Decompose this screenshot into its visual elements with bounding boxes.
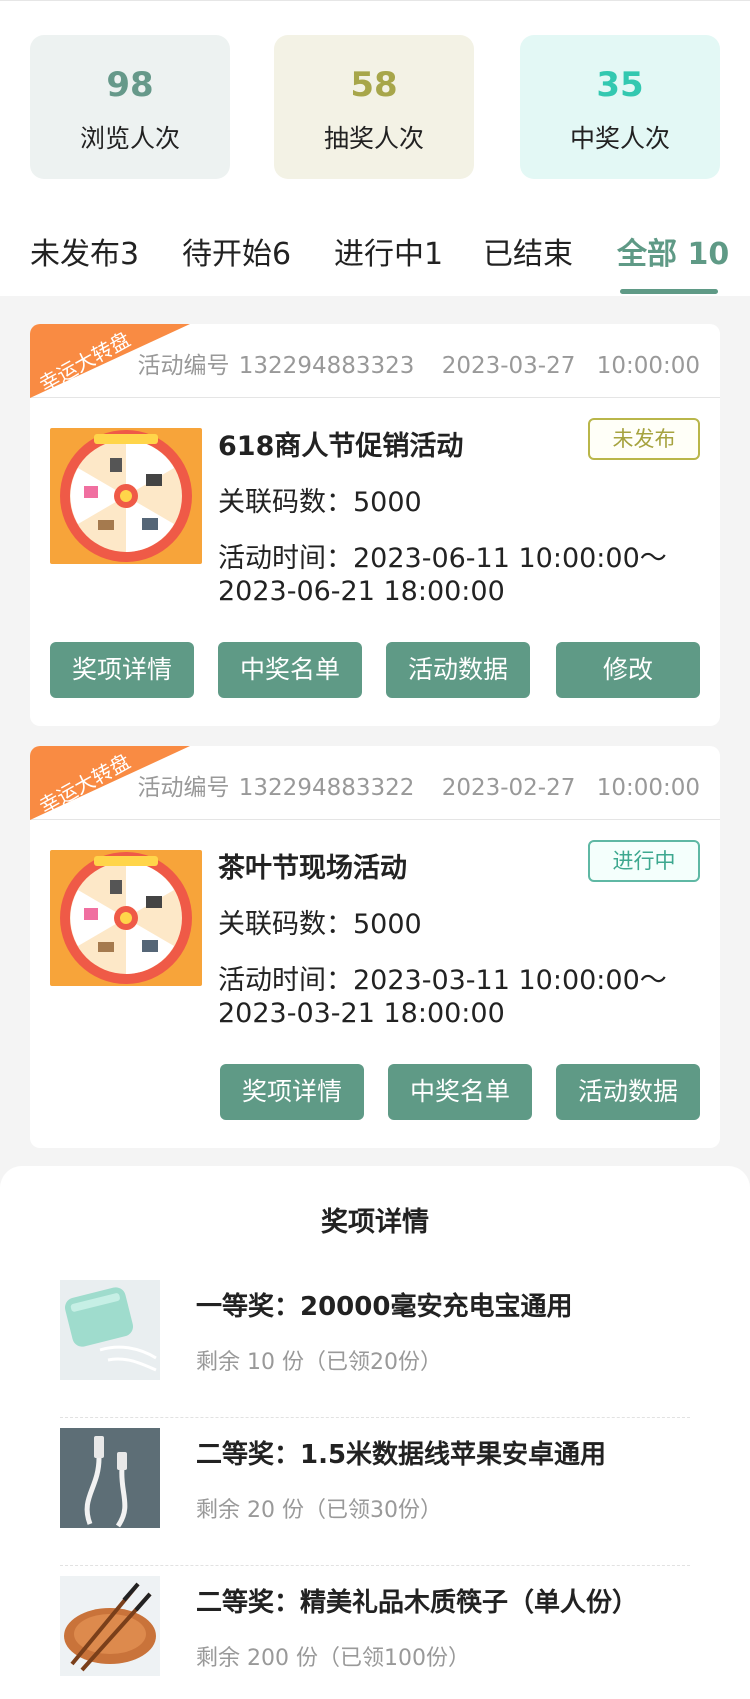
activity-card: 幸运大转盘 活动编号 132294883323 2023-03-27 10:00… bbox=[30, 324, 720, 726]
active-tab-indicator bbox=[620, 289, 718, 294]
winner-list-button[interactable]: 中奖名单 bbox=[388, 1064, 532, 1120]
activity-time-start: 活动时间：2023-03-11 10:00:00～ bbox=[218, 958, 667, 997]
prize-item: 二等奖：精美礼品木质筷子（单人份） 剩余 200 份（已领100份） bbox=[60, 1566, 690, 1699]
prize-item: 二等奖：1.5米数据线苹果安卓通用 剩余 20 份（已领30份） bbox=[60, 1418, 690, 1566]
activity-title: 618商人节促销活动 bbox=[218, 431, 464, 462]
activity-time-end: 2023-06-21 18:00:00 bbox=[218, 576, 505, 607]
data-cable-image bbox=[60, 1428, 160, 1528]
status-badge: 进行中 bbox=[588, 840, 700, 882]
prize-item: 一等奖：20000毫安充电宝通用 剩余 10 份（已领20份） bbox=[60, 1270, 690, 1418]
card-header: 幸运大转盘 活动编号 132294883322 2023-02-27 10:00… bbox=[30, 746, 720, 820]
activity-data-button[interactable]: 活动数据 bbox=[386, 642, 530, 698]
activity-code-label: 活动编号 bbox=[137, 353, 230, 379]
activity-data-button[interactable]: 活动数据 bbox=[556, 1064, 700, 1120]
edit-button[interactable]: 修改 bbox=[556, 642, 700, 698]
tab-unpublished[interactable]: 未发布3 bbox=[30, 229, 139, 273]
tab-running[interactable]: 进行中1 bbox=[334, 229, 443, 273]
prize-details-sheet: 奖项详情 一等奖：20000毫安充电宝通用 剩余 10 份（已领20份） 二等奖… bbox=[0, 1166, 750, 1699]
status-badge: 未发布 bbox=[588, 418, 700, 460]
linked-codes-label: 关联码数： bbox=[218, 909, 353, 940]
prize-details-button[interactable]: 奖项详情 bbox=[220, 1064, 364, 1120]
created-time: 10:00:00 bbox=[596, 775, 700, 801]
activity-meta: 活动编号 132294883323 2023-03-27 10:00:00 bbox=[137, 346, 700, 380]
tab-all[interactable]: 全部 10 bbox=[617, 229, 729, 273]
prize-name: 一等奖：20000毫安充电宝通用 bbox=[196, 1292, 573, 1322]
activity-time-start-value: 2023-06-11 10:00:00～ bbox=[353, 543, 667, 574]
power-bank-image bbox=[60, 1280, 160, 1380]
lucky-wheel-thumbnail bbox=[50, 850, 202, 986]
prize-stock: 剩余 200 份（已领100份） bbox=[196, 1646, 470, 1671]
created-date: 2023-02-27 bbox=[441, 775, 576, 801]
linked-codes-count: 5000 bbox=[353, 487, 422, 518]
activity-meta: 活动编号 132294883322 2023-02-27 10:00:00 bbox=[137, 768, 700, 802]
activity-time-end: 2023-03-21 18:00:00 bbox=[218, 998, 505, 1029]
stat-draws-card: 58 抽奖人次 bbox=[274, 35, 474, 179]
stat-wins-card: 35 中奖人次 bbox=[520, 35, 720, 179]
activity-time-label: 活动时间： bbox=[218, 965, 353, 996]
stat-value: 58 bbox=[350, 65, 398, 105]
linked-codes-label: 关联码数： bbox=[218, 487, 353, 518]
activity-card: 幸运大转盘 活动编号 132294883322 2023-02-27 10:00… bbox=[30, 746, 720, 1148]
activity-title: 茶叶节现场活动 bbox=[218, 853, 407, 884]
linked-codes-count: 5000 bbox=[353, 909, 422, 940]
prize-name: 二等奖：1.5米数据线苹果安卓通用 bbox=[196, 1440, 607, 1470]
summary-header: 98 浏览人次 58 抽奖人次 35 中奖人次 未发布3 待开始6 进行中1 已… bbox=[0, 0, 750, 296]
stat-views-card: 98 浏览人次 bbox=[30, 35, 230, 179]
prize-stock: 剩余 20 份（已领30份） bbox=[196, 1498, 442, 1523]
stat-label: 中奖人次 bbox=[569, 124, 670, 153]
tab-ended[interactable]: 已结束 bbox=[483, 229, 573, 273]
activity-time-start-value: 2023-03-11 10:00:00～ bbox=[353, 965, 667, 996]
prize-name: 二等奖：精美礼品木质筷子（单人份） bbox=[196, 1588, 639, 1618]
card-header: 幸运大转盘 活动编号 132294883323 2023-03-27 10:00… bbox=[30, 324, 720, 398]
stat-value: 35 bbox=[596, 65, 644, 105]
activity-code: 132294883323 bbox=[238, 353, 415, 379]
winner-list-button[interactable]: 中奖名单 bbox=[218, 642, 362, 698]
stat-value: 98 bbox=[106, 65, 154, 105]
activity-code: 132294883322 bbox=[238, 775, 415, 801]
chopsticks-image bbox=[60, 1576, 160, 1676]
status-tabs: 未发布3 待开始6 进行中1 已结束 全部 10 bbox=[0, 225, 750, 297]
prize-details-button[interactable]: 奖项详情 bbox=[50, 642, 194, 698]
activity-code-label: 活动编号 bbox=[137, 775, 230, 801]
created-time: 10:00:00 bbox=[596, 353, 700, 379]
stat-label: 抽奖人次 bbox=[323, 124, 424, 153]
sheet-title: 奖项详情 bbox=[321, 1207, 429, 1238]
tab-pending[interactable]: 待开始6 bbox=[182, 229, 291, 273]
stat-label: 浏览人次 bbox=[79, 124, 180, 153]
created-date: 2023-03-27 bbox=[441, 353, 576, 379]
linked-codes: 关联码数：5000 bbox=[218, 480, 422, 519]
linked-codes: 关联码数：5000 bbox=[218, 902, 422, 941]
lucky-wheel-thumbnail bbox=[50, 428, 202, 564]
activity-time-label: 活动时间： bbox=[218, 543, 353, 574]
prize-stock: 剩余 10 份（已领20份） bbox=[196, 1350, 442, 1375]
activity-time-start: 活动时间：2023-06-11 10:00:00～ bbox=[218, 536, 667, 575]
